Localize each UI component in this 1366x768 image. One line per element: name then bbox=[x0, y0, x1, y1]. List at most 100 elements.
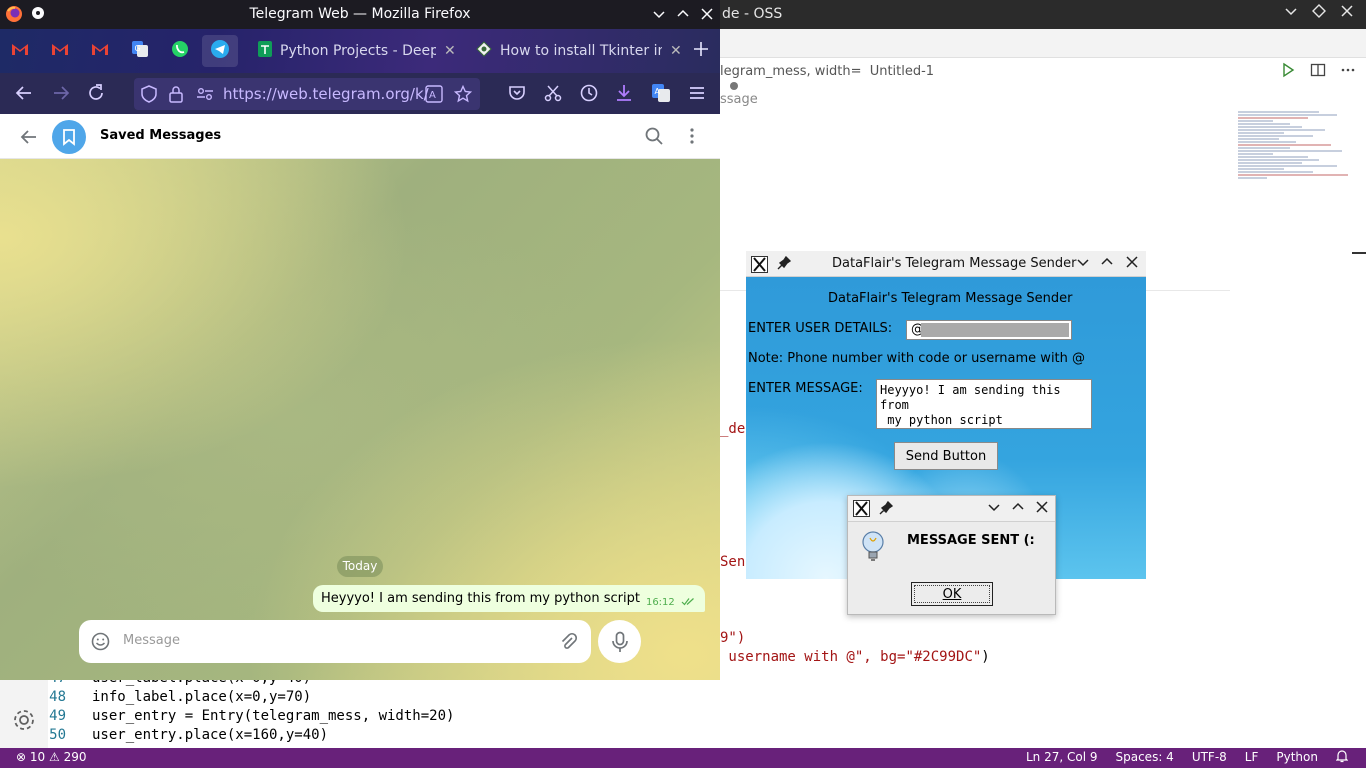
dialog-titlebar[interactable] bbox=[848, 496, 1055, 522]
translate-extension-icon[interactable]: A bbox=[650, 82, 672, 104]
maximize-icon[interactable] bbox=[676, 7, 690, 25]
encoding[interactable]: UTF-8 bbox=[1192, 750, 1227, 766]
indentation[interactable]: Spaces: 4 bbox=[1116, 750, 1174, 766]
info-label: Note: Phone number with code or username… bbox=[748, 351, 1086, 366]
downloads-icon[interactable] bbox=[613, 82, 635, 104]
saved-messages-avatar[interactable] bbox=[52, 120, 86, 158]
editor-tab-prefix: legram_mess, width= bbox=[720, 64, 862, 79]
bookmark-star-icon[interactable] bbox=[453, 84, 473, 107]
message-input[interactable]: Message bbox=[123, 633, 180, 648]
message-label: ENTER MESSAGE: bbox=[748, 381, 863, 396]
restore-icon[interactable] bbox=[1312, 4, 1326, 22]
minimize-icon[interactable] bbox=[988, 501, 1000, 517]
sheets-icon bbox=[258, 41, 272, 61]
more-options-icon[interactable] bbox=[682, 126, 702, 150]
close-icon[interactable] bbox=[1126, 256, 1138, 272]
permissions-icon[interactable] bbox=[196, 86, 214, 106]
tab-close-icon[interactable]: ✕ bbox=[670, 43, 682, 59]
new-tab-icon[interactable] bbox=[693, 41, 709, 61]
x11-app-icon bbox=[853, 500, 870, 521]
message-composer[interactable]: Message bbox=[79, 620, 591, 663]
search-icon[interactable] bbox=[644, 126, 664, 150]
back-arrow-icon[interactable] bbox=[18, 126, 40, 152]
split-editor-icon[interactable] bbox=[1310, 62, 1326, 82]
voice-message-button[interactable] bbox=[598, 620, 641, 663]
read-checkmarks-icon bbox=[681, 595, 695, 610]
lock-icon[interactable] bbox=[168, 85, 184, 107]
url-text[interactable]: https://web.telegram.org/k/ bbox=[223, 85, 429, 103]
send-button[interactable]: Send Button bbox=[894, 442, 998, 470]
history-icon[interactable] bbox=[578, 82, 600, 104]
tab-close-icon[interactable]: ✕ bbox=[444, 43, 456, 59]
tab-python-projects[interactable]: Python Projects - Deepika ✕ bbox=[258, 35, 458, 67]
tab-label: How to install Tkinter in P bbox=[500, 43, 662, 59]
reload-icon[interactable] bbox=[85, 82, 107, 104]
close-icon[interactable] bbox=[1340, 4, 1354, 22]
back-icon[interactable] bbox=[13, 82, 35, 104]
minimize-icon[interactable] bbox=[1284, 4, 1298, 22]
line-number: 50 bbox=[49, 726, 66, 743]
code-line: 50 user_entry.place(x=160,y=40) bbox=[48, 725, 720, 744]
pin-icon[interactable] bbox=[879, 500, 894, 519]
pinned-tab-gmail[interactable] bbox=[2, 35, 38, 67]
pin-icon[interactable] bbox=[777, 255, 792, 274]
code-lines[interactable]: 47user_label.place(x=0,y=40) 48info_labe… bbox=[48, 668, 720, 748]
hamburger-menu-icon[interactable] bbox=[686, 82, 708, 104]
forward-icon[interactable] bbox=[50, 82, 72, 104]
cursor-position[interactable]: Ln 27, Col 9 bbox=[1026, 750, 1098, 766]
code-fragment: username with @", bg="#2C99DC") bbox=[720, 649, 989, 665]
error-count: 10 bbox=[29, 750, 46, 764]
code-string: username with @", bg= bbox=[720, 649, 906, 665]
pinned-tab-translate[interactable]: G bbox=[122, 35, 158, 67]
unsaved-dot-icon[interactable] bbox=[730, 82, 738, 90]
screenshot-icon[interactable] bbox=[542, 82, 564, 104]
message-sent-dialog: MESSAGE SENT (: OK bbox=[847, 495, 1056, 615]
editor-tab[interactable]: legram_mess, width= Untitled-1 bbox=[720, 58, 946, 90]
maximize-icon[interactable] bbox=[1012, 501, 1024, 517]
pinned-tab-whatsapp[interactable] bbox=[162, 35, 198, 67]
window-titlebar[interactable]: DataFlair's Telegram Message Sender bbox=[746, 251, 1146, 277]
settings-gear-icon[interactable] bbox=[10, 706, 38, 734]
close-icon[interactable] bbox=[700, 7, 714, 25]
date-divider: Today bbox=[337, 556, 383, 577]
url-bar[interactable]: https://web.telegram.org/k/ A bbox=[134, 78, 480, 110]
ok-button[interactable]: OK bbox=[911, 582, 993, 606]
message-text: Heyyyo! I am sending this from my python… bbox=[321, 591, 640, 606]
gmail-icon bbox=[11, 42, 29, 60]
code-string: "#2C99DC" bbox=[905, 649, 982, 665]
chat-title[interactable]: Saved Messages bbox=[100, 128, 221, 143]
translate-page-icon[interactable]: A bbox=[425, 85, 443, 107]
minimap[interactable] bbox=[1238, 110, 1354, 240]
line-number: 49 bbox=[49, 707, 66, 724]
attach-icon[interactable] bbox=[559, 632, 578, 655]
close-icon[interactable] bbox=[1036, 501, 1048, 517]
tracking-shield-icon[interactable] bbox=[140, 85, 158, 107]
user-entry[interactable]: @ bbox=[906, 320, 1072, 340]
info-lightbulb-icon bbox=[860, 530, 886, 562]
minimize-icon[interactable] bbox=[652, 7, 666, 25]
pinned-tab-gmail[interactable] bbox=[82, 35, 118, 67]
minimize-icon[interactable] bbox=[1077, 256, 1089, 272]
error-icon: ⊗ bbox=[16, 750, 27, 764]
vscode-tab-bar bbox=[720, 29, 1366, 58]
message-bubble[interactable]: Heyyyo! I am sending this from my python… bbox=[313, 585, 705, 612]
language-mode[interactable]: Python bbox=[1276, 750, 1318, 766]
more-actions-icon[interactable] bbox=[1340, 62, 1356, 82]
gmail-icon bbox=[51, 42, 69, 60]
pinned-tab-gmail[interactable] bbox=[42, 35, 78, 67]
breadcrumb[interactable]: ssage bbox=[720, 92, 758, 107]
telegram-icon bbox=[210, 39, 230, 63]
pocket-icon[interactable] bbox=[506, 82, 528, 104]
line-ending[interactable]: LF bbox=[1245, 750, 1259, 766]
pinned-tab-telegram[interactable] bbox=[202, 35, 238, 67]
message-textbox[interactable]: Heyyyo! I am sending this from my python… bbox=[876, 379, 1092, 429]
run-icon[interactable] bbox=[1280, 62, 1296, 82]
emoji-icon[interactable] bbox=[91, 632, 110, 655]
scrollbar[interactable] bbox=[1352, 252, 1366, 254]
problems-indicator[interactable]: ⊗ 10 ⚠ 290 bbox=[16, 750, 87, 764]
dialog-message: MESSAGE SENT (: bbox=[907, 533, 1035, 548]
notifications-bell-icon[interactable] bbox=[1335, 750, 1349, 766]
tab-install-tkinter[interactable]: How to install Tkinter in P ✕ bbox=[476, 35, 686, 67]
sender-heading: DataFlair's Telegram Message Sender bbox=[828, 291, 1073, 306]
maximize-icon[interactable] bbox=[1101, 256, 1113, 272]
